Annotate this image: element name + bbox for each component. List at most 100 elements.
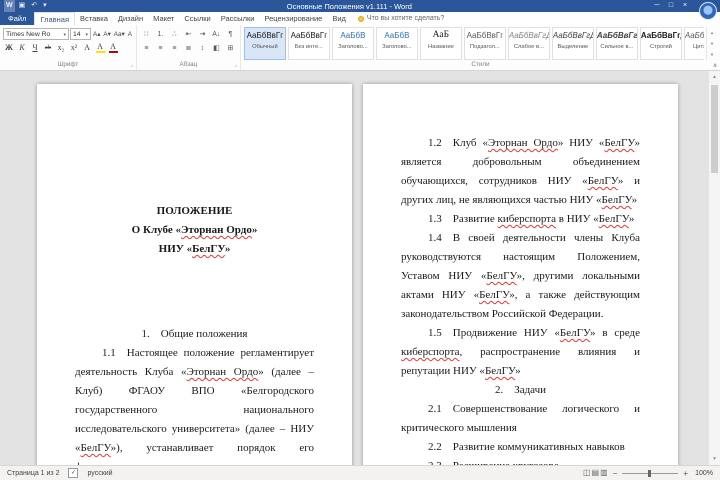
shading-button[interactable]: ◧ bbox=[210, 42, 223, 55]
font-name-combo[interactable]: Times New Ro bbox=[3, 28, 69, 40]
page-1[interactable]: ПОЛОЖЕНИЕ О Клубе «Эторнан Ордо» НИУ «БелГ… bbox=[37, 84, 352, 465]
web-layout-button[interactable]: ▥ bbox=[600, 468, 608, 478]
justify-button[interactable]: ≣ bbox=[182, 42, 195, 55]
spellcheck-icon[interactable]: ✓ bbox=[68, 468, 79, 478]
glyph: ≡ bbox=[172, 44, 177, 52]
word-logo: W bbox=[4, 0, 15, 12]
scrollbar-thumb[interactable] bbox=[711, 85, 718, 173]
style-card[interactable]: АаБбВвГгД Цитата 2 bbox=[683, 27, 704, 60]
paragraph-dialog-launcher-icon[interactable]: ⌟ bbox=[234, 62, 237, 68]
font-color-button[interactable]: А bbox=[107, 42, 119, 55]
align-right-button[interactable]: ≡ bbox=[168, 42, 181, 55]
scroll-down-icon[interactable]: ▾ bbox=[709, 453, 720, 465]
style-name: Заголово... bbox=[382, 44, 412, 50]
align-left-button[interactable]: ≡ bbox=[140, 42, 153, 55]
style-card[interactable]: АаБбВвГгД Выделение bbox=[551, 27, 594, 60]
tab-главная[interactable]: Главная bbox=[34, 12, 75, 25]
style-card[interactable]: АаБбВвГг Подзагол... bbox=[463, 27, 506, 60]
font-name-value: Times New Ro bbox=[6, 30, 51, 38]
tab-рассылки[interactable]: Рассылки bbox=[216, 12, 260, 25]
bullet-list-button[interactable]: ∷ bbox=[140, 28, 153, 41]
glyph: ◧ bbox=[213, 45, 220, 52]
change-case-button[interactable]: Аа▾ bbox=[113, 28, 126, 40]
multilevel-list-button[interactable]: ∴ bbox=[168, 28, 181, 41]
collapse-ribbon-icon[interactable]: ∧ bbox=[713, 62, 717, 69]
zoom-slider[interactable] bbox=[622, 469, 679, 477]
highlight-button[interactable]: А bbox=[94, 42, 106, 55]
numbered-list-button[interactable]: 1. bbox=[154, 28, 167, 41]
style-card[interactable]: АаБбВвГг Без инте... bbox=[287, 27, 330, 60]
tab-ссылки[interactable]: Ссылки bbox=[179, 12, 215, 25]
borders-button[interactable]: ⊞ bbox=[224, 42, 237, 55]
style-card[interactable]: АаБбВвГг Обычный bbox=[243, 27, 286, 60]
print-layout-button[interactable]: ▤ bbox=[592, 468, 600, 478]
zoom-out-button[interactable]: − bbox=[613, 469, 618, 478]
zoom-in-button[interactable]: + bbox=[683, 469, 688, 478]
shrink-font-button[interactable]: А▾ bbox=[102, 28, 111, 40]
style-sample: АаБбВвГгД bbox=[596, 31, 637, 40]
window-controls: ─ □ × bbox=[650, 0, 692, 12]
account-avatar[interactable] bbox=[699, 2, 717, 20]
zoom-slider-thumb[interactable] bbox=[648, 469, 652, 477]
italic-button[interactable]: К bbox=[16, 42, 28, 55]
language-indicator[interactable]: русский bbox=[87, 470, 112, 477]
increase-indent-button[interactable]: ⇥ bbox=[196, 28, 209, 41]
paragraph-marks-button[interactable]: ¶ bbox=[224, 28, 237, 41]
gallery-up-icon[interactable]: ▴ bbox=[707, 27, 717, 38]
font-dialog-launcher-icon[interactable]: ⌟ bbox=[130, 62, 133, 68]
read-mode-button[interactable]: ◫ bbox=[583, 468, 591, 478]
align-center-button[interactable]: ≡ bbox=[154, 42, 167, 55]
style-card[interactable]: АаБ Название bbox=[419, 27, 462, 60]
misspelled-word: БелГУ bbox=[598, 213, 629, 225]
glyph: ▾ bbox=[43, 2, 47, 9]
clear-formatting-button[interactable]: А bbox=[127, 28, 133, 40]
style-card[interactable]: АаБбВвГгД Сильное в... bbox=[595, 27, 638, 60]
glyph: ⇥ bbox=[199, 31, 206, 38]
decrease-indent-button[interactable]: ⇤ bbox=[182, 28, 195, 41]
text-run: НИУ « bbox=[158, 243, 193, 255]
paragraph: НИУ «БелГУ» bbox=[75, 240, 314, 259]
tab-макет[interactable]: Макет bbox=[148, 12, 179, 25]
strikethrough-button[interactable]: ab bbox=[42, 42, 54, 55]
tab-вставка[interactable]: Вставка bbox=[75, 12, 113, 25]
text-run: О Клубе « bbox=[131, 224, 181, 236]
tab-вид[interactable]: Вид bbox=[327, 12, 351, 25]
gallery-more-icon[interactable]: ▾ bbox=[707, 49, 717, 60]
styles-gallery-arrows: ▴ ▾ ▾ bbox=[706, 27, 717, 60]
text-effects-button[interactable]: А bbox=[81, 42, 93, 55]
tab-file[interactable]: Файл bbox=[0, 12, 35, 25]
style-card[interactable]: АаБбВвГгД Слабое в... bbox=[507, 27, 550, 60]
misspelled-word: Эторнан Ордо bbox=[180, 224, 252, 236]
style-card[interactable]: АаБбВ Заголово... bbox=[331, 27, 374, 60]
gallery-down-icon[interactable]: ▾ bbox=[707, 38, 717, 49]
tab-рецензирование[interactable]: Рецензирование bbox=[259, 12, 327, 25]
qat-menu-icon[interactable]: ▾ bbox=[41, 0, 49, 12]
undo-icon[interactable]: ↶ bbox=[29, 0, 39, 12]
glyph: А bbox=[127, 30, 132, 38]
bold-button[interactable]: Ж bbox=[3, 42, 15, 55]
page-2[interactable]: 1.2 Клуб «Эторнан Ордо» НИУ «БелГУ» явля… bbox=[363, 84, 678, 465]
line-spacing-button[interactable]: ↕ bbox=[196, 42, 209, 55]
text-run: 2.1 Совершенствование логического и крит… bbox=[401, 403, 640, 434]
font-size-combo[interactable]: 14 bbox=[70, 28, 91, 40]
grow-font-button[interactable]: А▴ bbox=[92, 28, 101, 40]
vertical-scrollbar[interactable]: ▴ ▾ bbox=[708, 71, 720, 465]
style-sample: АаБбВвГг bbox=[290, 31, 328, 40]
style-card[interactable]: АаБбВ Заголово... bbox=[375, 27, 418, 60]
zoom-level[interactable]: 100% bbox=[693, 470, 713, 477]
superscript-button[interactable]: x² bbox=[68, 42, 80, 55]
close-button[interactable]: × bbox=[678, 0, 692, 12]
page-indicator[interactable]: Страница 1 из 2 bbox=[7, 470, 59, 477]
maximize-button[interactable]: □ bbox=[664, 0, 678, 12]
underline-button[interactable]: Ч bbox=[29, 42, 41, 55]
style-sample: АаБбВвГг bbox=[246, 31, 284, 40]
sort-button[interactable]: А↓ bbox=[210, 28, 223, 41]
tab-дизайн[interactable]: Дизайн bbox=[113, 12, 148, 25]
scroll-up-icon[interactable]: ▴ bbox=[709, 71, 720, 83]
style-card[interactable]: АаБбВвГгД Строгий bbox=[639, 27, 682, 60]
tell-me-search[interactable]: Что вы хотите сделать? bbox=[351, 12, 451, 25]
minimize-button[interactable]: ─ bbox=[650, 0, 664, 12]
save-icon[interactable]: ▣ bbox=[17, 0, 28, 12]
subscript-button[interactable]: x₂ bbox=[55, 42, 67, 55]
style-name: Цитата 2 bbox=[692, 44, 704, 50]
